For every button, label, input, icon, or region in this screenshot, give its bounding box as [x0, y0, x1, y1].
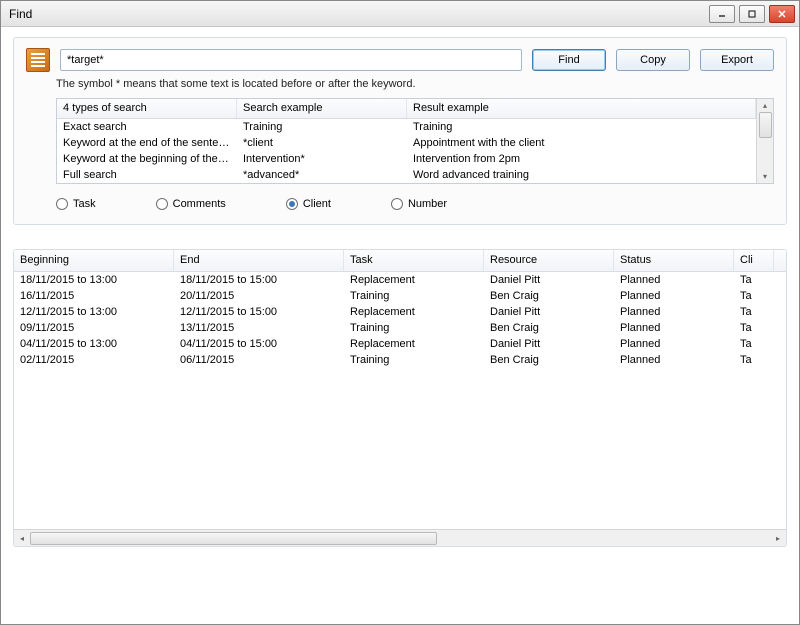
title-bar: Find — [1, 1, 799, 27]
col-end[interactable]: End — [174, 250, 344, 271]
results-panel: Beginning End Task Resource Status Cli 1… — [13, 249, 787, 547]
example-header-row: 4 types of search Search example Result … — [57, 99, 756, 119]
radio-client[interactable]: Client — [286, 198, 331, 210]
search-scope-radios: Task Comments Client Number — [56, 198, 774, 210]
col-status[interactable]: Status — [614, 250, 734, 271]
results-h-scrollbar[interactable]: ◂ ▸ — [14, 529, 786, 546]
example-row[interactable]: Keyword at the end of the senten... *cli… — [57, 135, 756, 151]
minimize-button[interactable] — [709, 5, 735, 23]
search-panel: Find Copy Export The symbol * means that… — [13, 37, 787, 225]
radio-number[interactable]: Number — [391, 198, 447, 210]
col-resource[interactable]: Resource — [484, 250, 614, 271]
window-title: Find — [9, 7, 709, 21]
window-controls — [709, 5, 795, 23]
radio-task[interactable]: Task — [56, 198, 96, 210]
radio-icon — [391, 198, 403, 210]
example-scrollbar[interactable]: ▴ ▾ — [756, 99, 773, 183]
table-row[interactable]: 12/11/2015 to 13:00 12/11/2015 to 15:00 … — [14, 304, 786, 320]
table-row[interactable]: 04/11/2015 to 13:00 04/11/2015 to 15:00 … — [14, 336, 786, 352]
example-row[interactable]: Keyword at the beginning of the s... Int… — [57, 151, 756, 167]
table-row[interactable]: 09/11/2015 13/11/2015 Training Ben Craig… — [14, 320, 786, 336]
radio-label: Number — [408, 198, 447, 210]
radio-icon — [156, 198, 168, 210]
close-button[interactable] — [769, 5, 795, 23]
copy-button[interactable]: Copy — [616, 49, 690, 71]
search-icon — [26, 48, 50, 72]
example-row[interactable]: Exact search Training Training — [57, 119, 756, 135]
radio-label: Comments — [173, 198, 226, 210]
scroll-track[interactable] — [30, 532, 770, 545]
radio-label: Client — [303, 198, 331, 210]
export-button[interactable]: Export — [700, 49, 774, 71]
table-row[interactable]: 02/11/2015 06/11/2015 Training Ben Craig… — [14, 352, 786, 368]
radio-icon — [56, 198, 68, 210]
radio-label: Task — [73, 198, 96, 210]
scroll-down-icon[interactable]: ▾ — [763, 172, 767, 181]
scroll-up-icon[interactable]: ▴ — [763, 101, 767, 110]
maximize-button[interactable] — [739, 5, 765, 23]
results-header-row: Beginning End Task Resource Status Cli — [14, 250, 786, 272]
col-beginning[interactable]: Beginning — [14, 250, 174, 271]
search-input[interactable] — [60, 49, 522, 71]
find-button[interactable]: Find — [532, 49, 606, 71]
scroll-thumb[interactable] — [759, 112, 772, 138]
example-header-result[interactable]: Result example — [407, 99, 756, 118]
example-header-example[interactable]: Search example — [237, 99, 407, 118]
results-body: 18/11/2015 to 13:00 18/11/2015 to 15:00 … — [14, 272, 786, 529]
search-hint: The symbol * means that some text is loc… — [56, 78, 774, 90]
example-table: 4 types of search Search example Result … — [56, 98, 774, 184]
radio-icon — [286, 198, 298, 210]
col-task[interactable]: Task — [344, 250, 484, 271]
scroll-right-icon[interactable]: ▸ — [770, 534, 786, 543]
example-header-type[interactable]: 4 types of search — [57, 99, 237, 118]
radio-comments[interactable]: Comments — [156, 198, 226, 210]
table-row[interactable]: 18/11/2015 to 13:00 18/11/2015 to 15:00 … — [14, 272, 786, 288]
table-row[interactable]: 16/11/2015 20/11/2015 Training Ben Craig… — [14, 288, 786, 304]
scroll-thumb[interactable] — [30, 532, 437, 545]
example-row[interactable]: Full search *advanced* Word advanced tra… — [57, 167, 756, 183]
scroll-left-icon[interactable]: ◂ — [14, 534, 30, 543]
col-client[interactable]: Cli — [734, 250, 774, 271]
